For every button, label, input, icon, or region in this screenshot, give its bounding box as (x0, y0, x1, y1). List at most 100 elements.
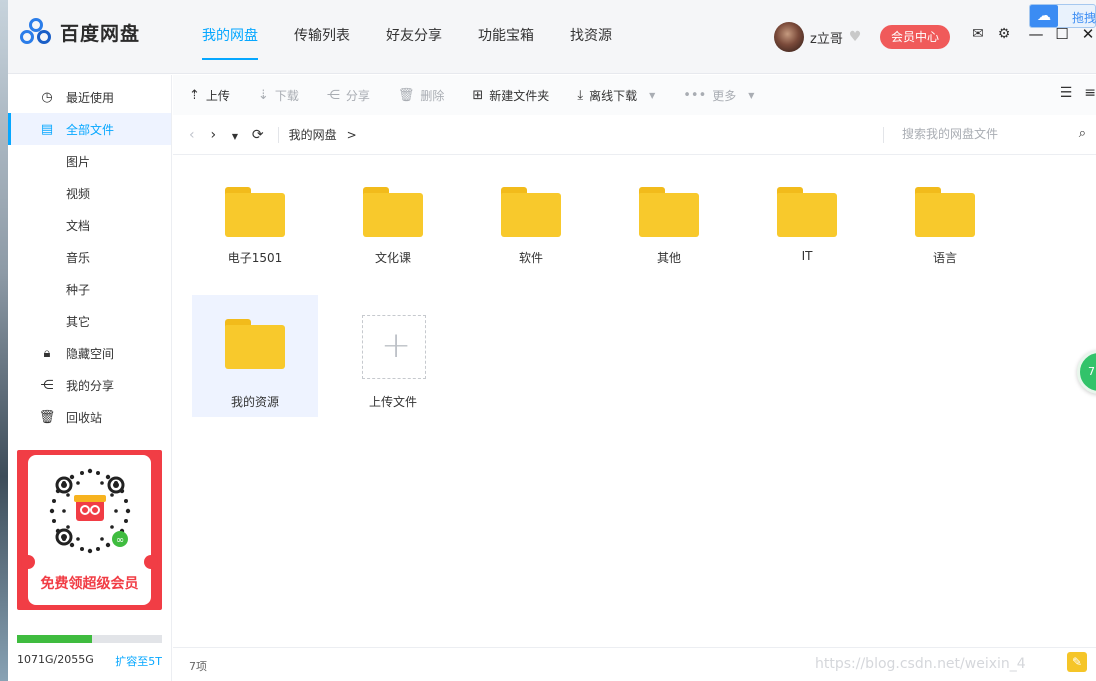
offline-download-button[interactable]: ⤓ 离线下载 ▼ (577, 87, 655, 104)
mini-program-qr-code: ∞ (44, 465, 136, 557)
folder-name: 电子1501 (227, 251, 283, 265)
download-icon: ⇣ (257, 87, 269, 103)
minimize-icon[interactable]: — (1028, 26, 1044, 42)
path-navigation: ‹ › ▼ ⟳ (189, 127, 276, 143)
folder-tile[interactable]: 语言 (882, 175, 1008, 297)
status-bar: 7项 https://blog.csdn.net/weixin_4 ✎ (173, 647, 1096, 681)
search-icon[interactable]: ⌕ (1079, 126, 1086, 141)
upload-file-tile[interactable]: + 上传文件 (330, 295, 456, 417)
folder-name: 语言 (932, 251, 957, 265)
sidebar-item-videos[interactable]: 视频 (8, 177, 171, 209)
share-button[interactable]: ⋲ 分享 (327, 87, 370, 104)
member-center-button[interactable]: 会员中心 (880, 25, 950, 49)
download-button[interactable]: ⇣ 下载 (258, 87, 299, 104)
sidebar-item-my-shares[interactable]: ⋲ 我的分享 (8, 369, 171, 401)
nav-tab-transfer-list[interactable]: 传输列表 (276, 0, 368, 74)
avatar[interactable] (774, 22, 804, 52)
list-view-icon[interactable]: ≡ (1084, 85, 1096, 101)
chevron-down-icon[interactable]: ▼ (748, 91, 754, 100)
history-dropdown-icon[interactable]: ▼ (232, 132, 238, 141)
desktop-background (0, 0, 8, 681)
settings-icon[interactable]: ⚙ (996, 26, 1012, 42)
mail-icon[interactable]: ✉ (970, 26, 986, 42)
folder-tile[interactable]: 其他 (606, 175, 732, 297)
back-icon[interactable]: ‹ (189, 127, 195, 143)
sidebar-item-torrents[interactable]: 种子 (8, 273, 171, 305)
user-info[interactable]: z立哥 ♥ (774, 22, 865, 52)
lock-icon: 🔒︎ (43, 345, 51, 361)
expand-storage-link[interactable]: 扩容至5T (115, 653, 162, 669)
download-label: 下载 (274, 88, 299, 103)
new-folder-button[interactable]: ⊞ 新建文件夹 (472, 87, 549, 104)
folder-icon (777, 187, 837, 237)
more-label: 更多 (712, 88, 737, 103)
offline-download-icon: ⤓ (577, 87, 584, 103)
sidebar-item-label: 隐藏空间 (66, 346, 115, 361)
app-logo[interactable]: 百度网盘 (20, 18, 140, 46)
item-count: 7项 (189, 660, 207, 673)
top-utility-icons: ✉ ⚙ (970, 26, 1012, 42)
breadcrumb-arrow[interactable]: > (347, 128, 357, 142)
search-input[interactable] (902, 127, 1062, 141)
watermark-text: https://blog.csdn.net/weixin_4 (815, 656, 1026, 672)
drag-label: 拖拽 (1072, 11, 1096, 25)
folder-icon (225, 187, 285, 237)
sidebar-item-music[interactable]: 音乐 (8, 241, 171, 273)
folder-icon (363, 187, 423, 237)
sidebar-item-label: 回收站 (66, 410, 103, 425)
sidebar-item-recent[interactable]: ◷ 最近使用 (8, 81, 171, 113)
sidebar-item-recycle-bin[interactable]: 🗑︎ 回收站 (8, 401, 171, 433)
window-controls: — ☐ ✕ (1028, 26, 1096, 42)
maximize-icon[interactable]: ☐ (1054, 26, 1070, 42)
sort-icon[interactable]: ☰ (1060, 85, 1073, 101)
feedback-icon[interactable]: ✎ (1067, 652, 1087, 672)
vip-level-icon[interactable]: ♥ (849, 30, 865, 44)
forward-icon[interactable]: › (210, 127, 216, 143)
folder-tile[interactable]: 文化课 (330, 175, 456, 297)
folder-tile[interactable]: 电子1501 (192, 175, 318, 297)
sidebar-list: ◷ 最近使用 ▤ 全部文件 图片 视频 文档 音乐 种子 其它 🔒︎ 隐藏空间 … (8, 75, 171, 433)
sidebar-item-label: 我的分享 (66, 378, 115, 393)
add-icon: + (362, 315, 426, 379)
breadcrumb-my-disk[interactable]: 我的网盘 (289, 126, 337, 143)
nav-tab-find-resources[interactable]: 找资源 (552, 0, 630, 74)
chevron-down-icon[interactable]: ▼ (649, 91, 655, 100)
offline-download-label: 离线下载 (589, 88, 638, 103)
view-controls: ☰ ≡ (1060, 85, 1096, 101)
sidebar-item-other[interactable]: 其它 (8, 305, 171, 337)
folder-name: 软件 (518, 251, 543, 265)
sidebar-item-documents[interactable]: 文档 (8, 209, 171, 241)
username[interactable]: z立哥 (810, 28, 843, 47)
sidebar-item-images[interactable]: 图片 (8, 145, 171, 177)
folder-icon (501, 187, 561, 237)
sidebar-item-hidden-space[interactable]: 🔒︎ 隐藏空间 (8, 337, 171, 369)
folder-tile-selected[interactable]: 我的资源 (192, 295, 318, 417)
promo-card[interactable]: ∞ 免费领超级会员 (17, 450, 162, 610)
sidebar-item-all-files[interactable]: ▤ 全部文件 (8, 113, 171, 145)
folder-name: IT (801, 249, 813, 263)
sidebar-item-label: 最近使用 (66, 90, 115, 105)
sidebar: ◷ 最近使用 ▤ 全部文件 图片 视频 文档 音乐 种子 其它 🔒︎ 隐藏空间 … (8, 75, 172, 681)
app-window: 百度网盘 我的网盘 传输列表 好友分享 功能宝箱 找资源 z立哥 ♥ 会员中心 … (8, 0, 1096, 681)
drag-float-badge[interactable]: ☁ 拖拽 (1029, 4, 1096, 28)
nav-tab-toolbox[interactable]: 功能宝箱 (460, 0, 552, 74)
share-label: 分享 (345, 88, 370, 103)
more-button[interactable]: ••• 更多 ▼ (683, 87, 754, 104)
new-folder-icon: ⊞ (472, 87, 484, 103)
search-box: ⌕ (883, 126, 1088, 143)
top-bar: 百度网盘 我的网盘 传输列表 好友分享 功能宝箱 找资源 z立哥 ♥ 会员中心 … (8, 0, 1096, 74)
close-icon[interactable]: ✕ (1080, 26, 1096, 42)
folder-tile[interactable]: 软件 (468, 175, 594, 297)
folder-tile[interactable]: IT (744, 175, 870, 297)
refresh-icon[interactable]: ⟳ (252, 127, 264, 143)
svg-text:∞: ∞ (116, 535, 124, 546)
upload-button[interactable]: ⇡ 上传 (189, 87, 230, 104)
share-icon: ⋲ (40, 377, 54, 393)
nav-tab-friend-share[interactable]: 好友分享 (368, 0, 460, 74)
nav-tab-my-disk[interactable]: 我的网盘 (184, 0, 276, 74)
more-icon: ••• (683, 87, 707, 103)
file-toolbar: ⇡ 上传 ⇣ 下载 ⋲ 分享 🗑︎ 删除 ⊞ 新建文件夹 ⤓ 离线下载 ▼ ••… (173, 75, 1096, 115)
delete-button[interactable]: 🗑︎ 删除 (398, 87, 445, 104)
share-icon: ⋲ (326, 87, 340, 103)
upload-label: 上传 (205, 88, 230, 103)
